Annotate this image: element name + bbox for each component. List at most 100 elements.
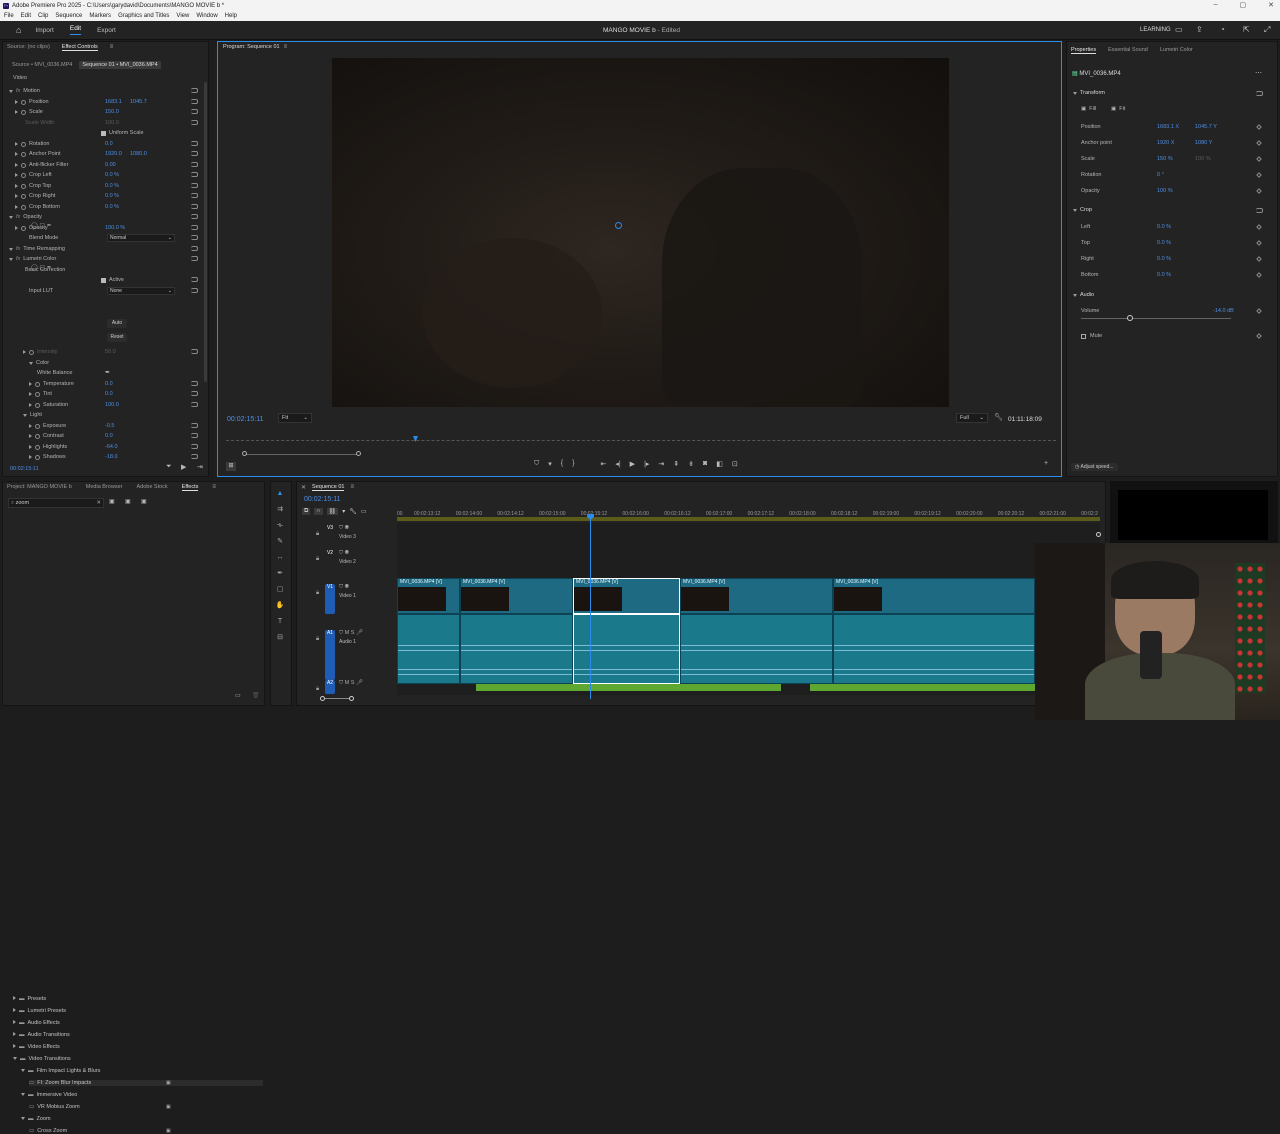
effects-tree-item[interactable]: ▬ Immersive Video (21, 1092, 263, 1098)
volume-slider[interactable] (1081, 318, 1231, 319)
lumetri-row[interactable]: Highlights (29, 442, 67, 452)
effect-value[interactable]: 100.0 (105, 400, 119, 410)
add-button-icon[interactable]: + (1044, 460, 1048, 467)
fx-icon[interactable]: fx (16, 256, 20, 262)
delete-icon[interactable]: 🗑︎ (252, 692, 260, 699)
chevron-icon[interactable] (13, 1008, 16, 1012)
property-value[interactable]: 0 ° (1157, 170, 1164, 180)
chevron-right-icon[interactable] (29, 392, 32, 396)
lock-track-icon[interactable]: 🔒︎ (316, 636, 319, 643)
lumetri-row[interactable]: Shadows (29, 452, 66, 462)
lock-track-icon[interactable]: 🔒︎ (316, 556, 319, 563)
new-bin-icon[interactable]: ▭ (235, 692, 241, 699)
scroll-handle-right[interactable] (349, 696, 354, 701)
chevron-right-icon[interactable] (15, 100, 18, 104)
lumetri-row[interactable]: Tint (29, 389, 52, 399)
chevron-right-icon[interactable] (15, 173, 18, 177)
chevron-down-icon[interactable] (9, 247, 13, 251)
mute-keyframe-icon[interactable] (1256, 333, 1262, 339)
filter-icon[interactable]: ⏷ (166, 463, 172, 471)
keyframe-icon[interactable] (1256, 156, 1262, 162)
more-options-icon[interactable]: ⋯ (1255, 69, 1262, 77)
track-target-v1[interactable]: V1 (325, 584, 335, 614)
stopwatch-icon[interactable] (21, 193, 26, 199)
menu-file[interactable]: File (4, 13, 14, 19)
tab-lumetri-color[interactable]: Lumetri Color (1160, 47, 1193, 54)
effects-tree-item[interactable]: ▭ VR Mobius Zoom (29, 1104, 263, 1110)
volume-slider-handle[interactable] (1127, 315, 1133, 321)
reset-icon[interactable] (191, 172, 198, 177)
effect-row[interactable]: Active (9, 275, 205, 285)
go-to-out-icon[interactable]: ⇥ (658, 460, 664, 468)
tab-adobe-stock[interactable]: Adobe Stock (136, 484, 167, 491)
reset-icon[interactable] (191, 444, 198, 449)
chevron-icon[interactable] (21, 1069, 25, 1072)
reset-icon[interactable] (191, 423, 198, 428)
add-marker-icon[interactable]: ⛉ (534, 460, 539, 468)
panel-menu-icon[interactable]: ≡ (284, 44, 288, 50)
chevron-right-icon[interactable] (29, 445, 32, 449)
stopwatch-icon[interactable] (21, 109, 26, 115)
scroll-handle-left[interactable] (242, 451, 247, 456)
chevron-icon[interactable] (13, 1020, 16, 1024)
close-icon[interactable]: ✕ (1268, 1, 1274, 9)
property-value[interactable]: 1080 Y (1195, 138, 1212, 148)
export-frame-icon[interactable]: ◙ (703, 460, 707, 468)
keyframe-icon[interactable] (1256, 188, 1262, 194)
reset-icon[interactable] (191, 256, 198, 261)
stopwatch-icon[interactable] (29, 349, 34, 355)
stopwatch-icon[interactable] (35, 423, 40, 429)
fx-icon[interactable]: fx (16, 88, 20, 94)
effects-tree-item[interactable]: ▬ Presets (13, 996, 263, 1002)
stopwatch-icon[interactable] (35, 433, 40, 439)
tab-source[interactable]: Source: (no clips) (7, 44, 50, 51)
vertical-scroll-handle[interactable] (1096, 532, 1101, 537)
property-value[interactable]: 150 % (1157, 154, 1173, 164)
minimize-icon[interactable]: – (1214, 1, 1218, 9)
stopwatch-icon[interactable] (35, 454, 40, 460)
fit-button[interactable]: ▣ Fit (1111, 104, 1125, 114)
menu-graphics[interactable]: Graphics and Titles (118, 13, 169, 19)
menu-view[interactable]: View (176, 13, 189, 19)
effect-row[interactable]: fx Time Remapping (9, 244, 205, 254)
lock-track-icon[interactable]: 🔒︎ (316, 531, 319, 538)
ripple-edit-tool-icon[interactable]: ⟛ (275, 521, 285, 531)
chevron-right-icon[interactable] (29, 455, 32, 459)
chevron-icon[interactable] (21, 1117, 25, 1120)
reset-icon[interactable] (191, 288, 198, 293)
settings-icon[interactable]: ⊞ (226, 462, 236, 471)
mark-out-icon[interactable]: } (572, 460, 574, 468)
resolution-select[interactable]: Full ⌄ (956, 413, 988, 423)
reset-icon[interactable] (191, 454, 198, 459)
reset-icon[interactable] (191, 99, 198, 104)
reset-icon[interactable] (191, 225, 198, 230)
crop-value[interactable]: 0.0 % (1157, 238, 1171, 248)
menu-edit[interactable]: Edit (21, 13, 31, 19)
effect-value[interactable]: 0.0 (105, 431, 113, 441)
effect-row[interactable]: Uniform Scale (9, 128, 205, 138)
effects-tree-item[interactable]: ▬ Audio Transitions (13, 1032, 263, 1038)
scroll-handle-right[interactable] (356, 451, 361, 456)
anchor-point-icon[interactable] (615, 222, 622, 229)
snap-icon[interactable]: ∩ (314, 508, 323, 515)
time-ruler[interactable] (226, 440, 1056, 441)
effects-tree-item[interactable]: ▬ Film Impact Lights & Blurs (21, 1068, 263, 1074)
reset-button[interactable]: Reset (107, 333, 127, 342)
lumetri-row[interactable]: Temperature (29, 379, 74, 389)
reset-icon[interactable] (191, 162, 198, 167)
mute-solo-icon[interactable]: ⛉ M S 🎤︎ (339, 680, 363, 687)
menu-sequence[interactable]: Sequence (55, 13, 82, 19)
track-target-v3[interactable]: V3 (325, 525, 335, 539)
tab-effect-controls[interactable]: Effect Controls (61, 44, 98, 51)
crop-value[interactable]: 0.0 % (1157, 254, 1171, 264)
chevron-down-icon[interactable] (9, 89, 13, 93)
chevron-right-icon[interactable] (15, 110, 18, 114)
reset-icon[interactable] (191, 214, 198, 219)
play-icon[interactable]: ▶ (630, 460, 635, 468)
timeline-zoom-scrollbar[interactable] (322, 698, 352, 699)
checkbox-icon[interactable] (101, 130, 106, 136)
stopwatch-icon[interactable] (21, 99, 26, 105)
effect-value[interactable]: 100.0 % (105, 223, 125, 233)
learning-label[interactable]: LEARNING (1140, 27, 1171, 33)
nest-icon[interactable]: ⧉ (302, 508, 311, 515)
